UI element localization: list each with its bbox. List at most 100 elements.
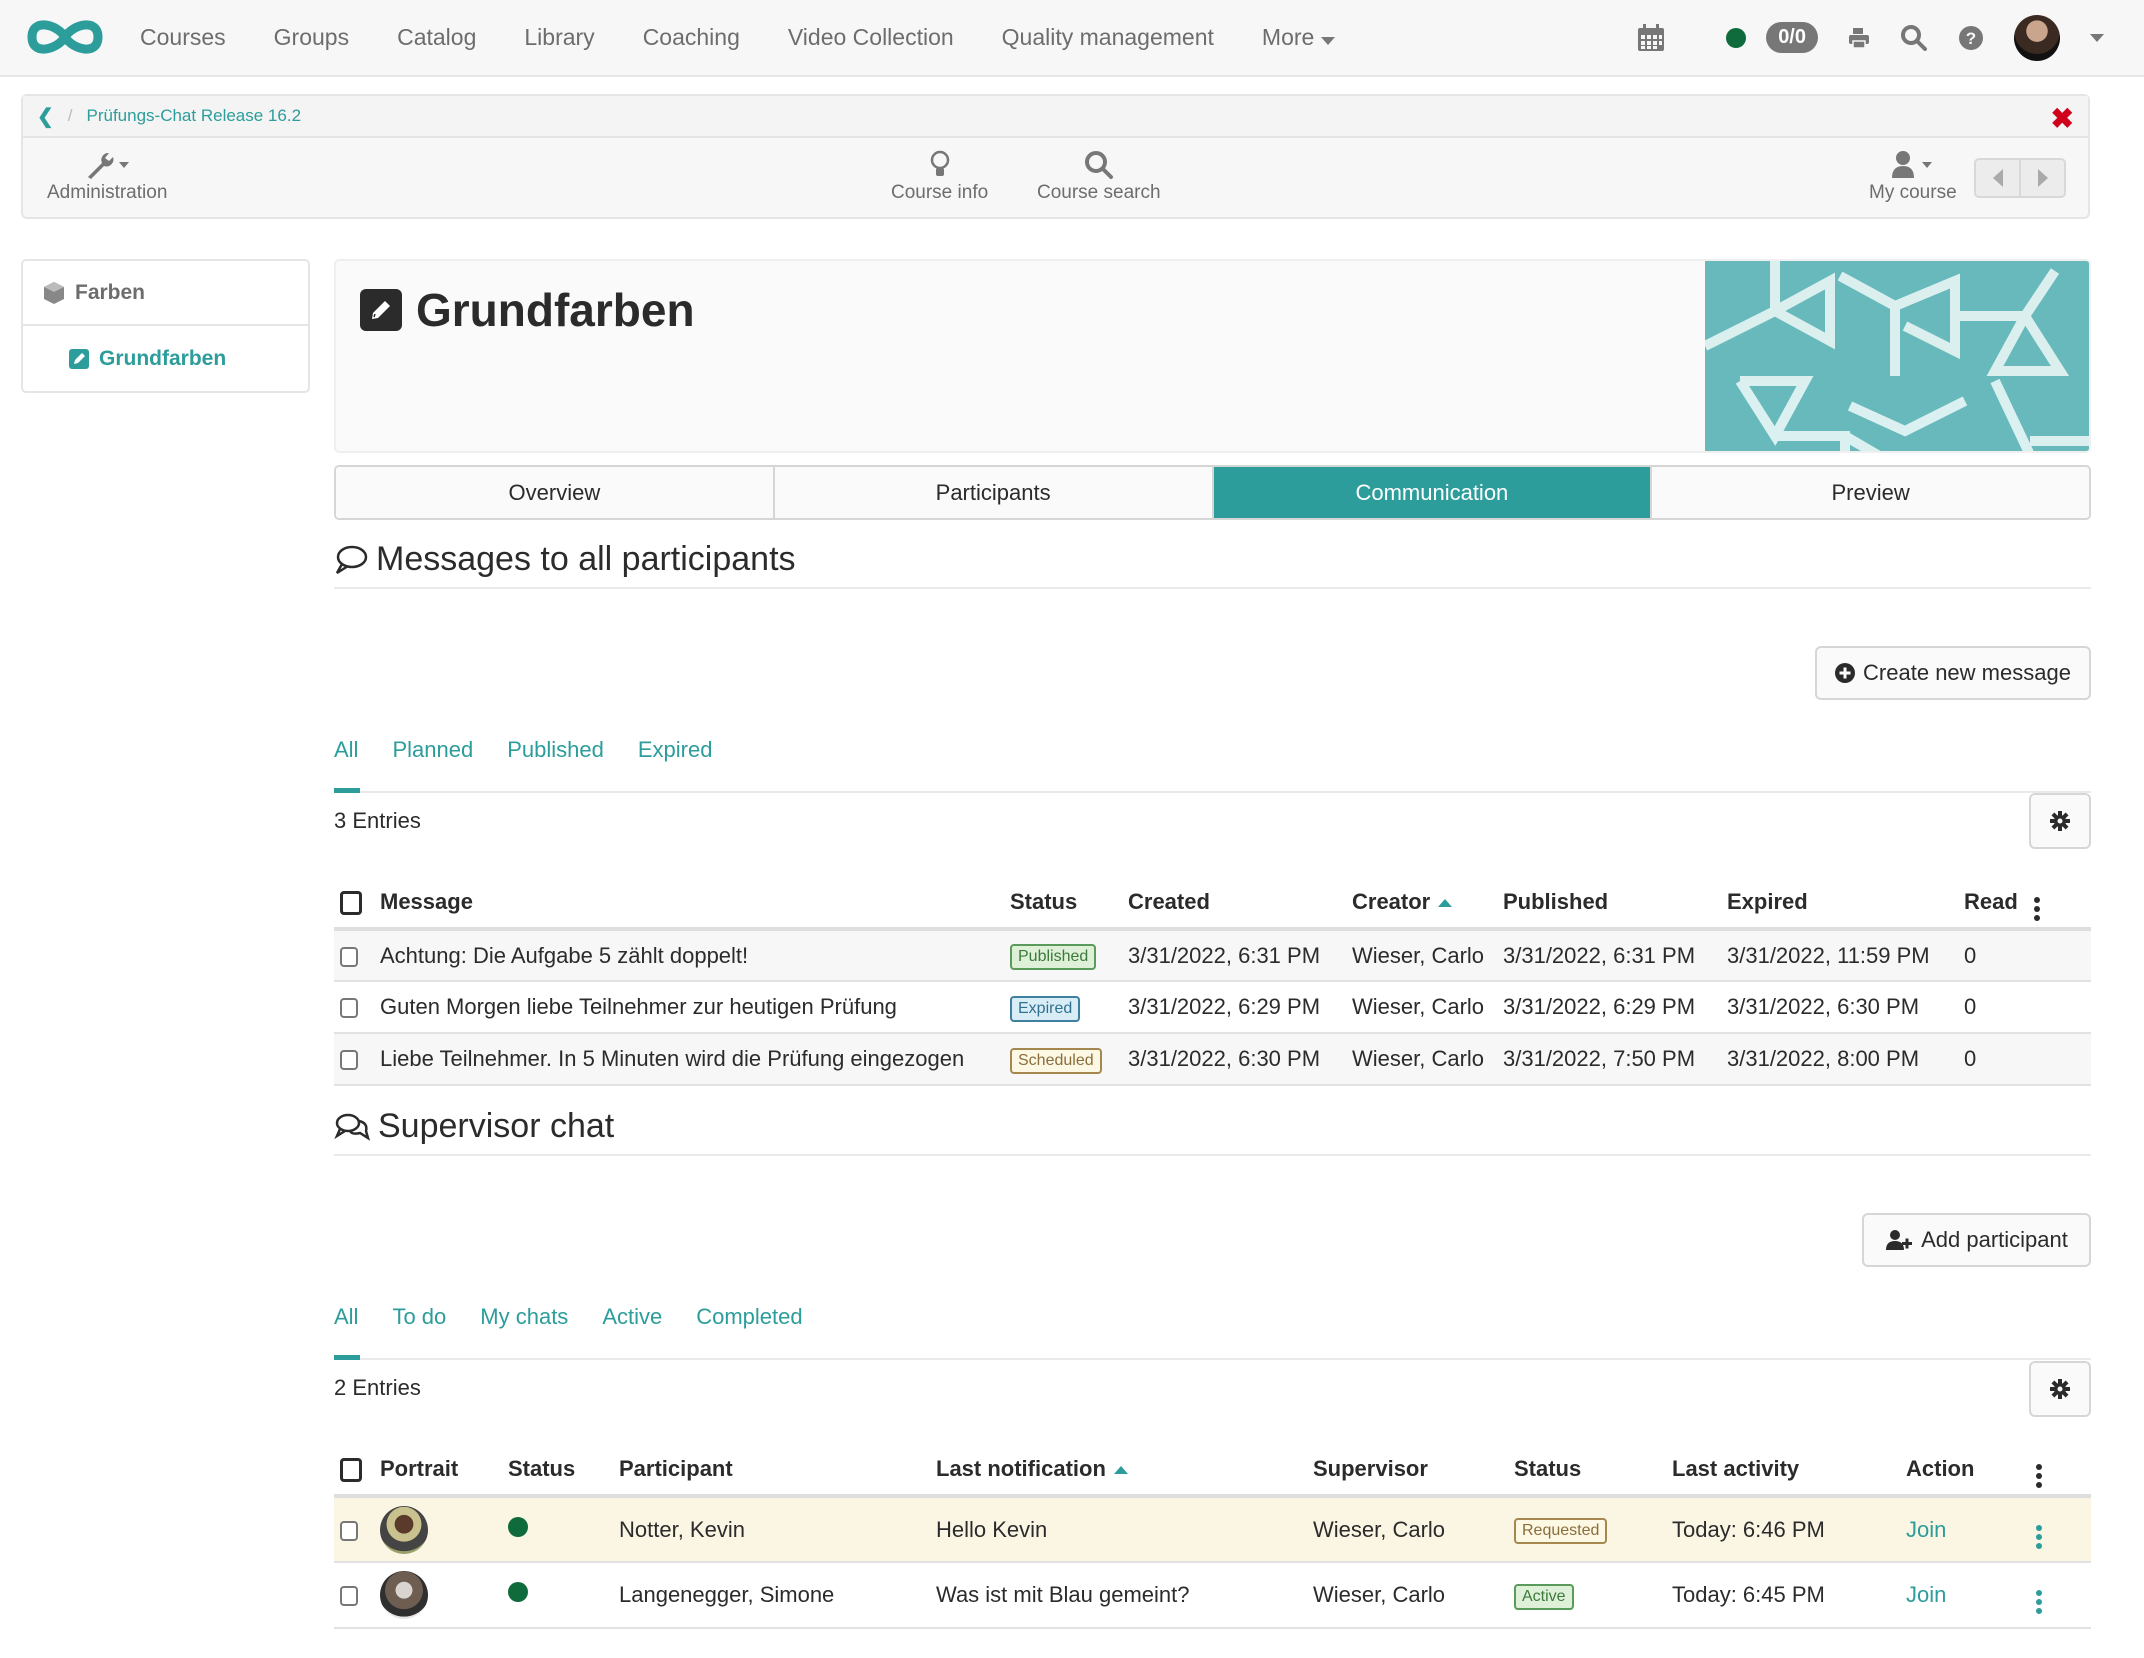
administration-label: Administration [47, 182, 168, 203]
checkbox[interactable] [340, 1050, 358, 1071]
checkbox[interactable] [340, 1586, 358, 1607]
table-row[interactable]: Liebe Teilnehmer. In 5 Minuten wird die … [334, 1033, 2091, 1086]
user-menu-caret[interactable] [2090, 33, 2104, 42]
select-all-checkbox[interactable] [334, 1444, 374, 1498]
row-menu[interactable] [2030, 1562, 2091, 1629]
filter-all[interactable]: All [334, 1300, 361, 1360]
checkbox[interactable] [340, 1458, 362, 1483]
create-new-message-button[interactable]: Create new message [1815, 646, 2091, 700]
breadcrumb-course-link[interactable]: Prüfungs-Chat Release 16.2 [87, 106, 302, 126]
col-last-notification[interactable]: Last notification [930, 1444, 1307, 1498]
col-created[interactable]: Created [1122, 877, 1346, 931]
filter-active[interactable]: Active [602, 1300, 662, 1358]
avatar-image [2014, 14, 2060, 61]
col-expired[interactable]: Expired [1721, 877, 1958, 931]
administration-menu[interactable]: Administration [47, 148, 167, 204]
create-new-message-label: Create new message [1863, 660, 2071, 685]
nav-catalog[interactable]: Catalog [397, 24, 476, 51]
select-all-checkbox[interactable] [334, 877, 374, 931]
col-creator[interactable]: Creator [1346, 877, 1497, 931]
sidebar-item-farben[interactable]: Farben [23, 261, 308, 326]
filter-published[interactable]: Published [507, 733, 604, 791]
table-row[interactable]: Achtung: Die Aufgabe 5 zählt doppelt! Pu… [334, 929, 2091, 982]
nav-coaching[interactable]: Coaching [643, 24, 740, 51]
row-checkbox-cell[interactable] [334, 981, 374, 1034]
row-checkbox-cell[interactable] [334, 929, 374, 982]
checkbox[interactable] [340, 891, 362, 916]
calendar-icon[interactable] [1636, 23, 1666, 53]
filter-to-do[interactable]: To do [392, 1300, 446, 1358]
filter-my-chats[interactable]: My chats [480, 1300, 568, 1358]
columns-menu[interactable] [2028, 877, 2091, 931]
kebab-menu-icon [2036, 1464, 2042, 1488]
filter-expired[interactable]: Expired [638, 733, 713, 791]
course-info-button[interactable]: Course info [891, 148, 988, 204]
join-link[interactable]: Join [1906, 1582, 1946, 1607]
sidebar-item-grundfarben[interactable]: Grundfarben [23, 326, 308, 391]
nav-video-collection[interactable]: Video Collection [788, 24, 954, 51]
online-status-icon[interactable] [1726, 27, 1747, 48]
col-read[interactable]: Read [1958, 877, 2028, 931]
supervisor-chat-section-title: Supervisor chat [334, 1107, 2091, 1156]
table-row[interactable]: Guten Morgen liebe Teilnehmer zur heutig… [334, 981, 2091, 1034]
chat-filter-tabs: All To do My chats Active Completed [334, 1300, 2091, 1360]
nav-courses[interactable]: Courses [140, 24, 226, 51]
cell-last-activity: Today: 6:45 PM [1666, 1562, 1900, 1629]
table-settings-button[interactable] [2029, 1361, 2091, 1417]
tab-communication[interactable]: Communication [1213, 467, 1653, 518]
table-row[interactable]: Notter, Kevin Hello Kevin Wieser, Carlo … [334, 1496, 2091, 1563]
nav-quality-management[interactable]: Quality management [1002, 24, 1214, 51]
cell-participant: Notter, Kevin [613, 1496, 930, 1563]
course-banner-image [1705, 261, 2089, 451]
row-checkbox-cell[interactable] [334, 1562, 374, 1629]
status-badge: Published [1010, 944, 1097, 970]
cell-status [502, 1562, 613, 1629]
tab-participants[interactable]: Participants [774, 467, 1214, 518]
course-search-button[interactable]: Course search [1037, 148, 1161, 204]
tab-preview[interactable]: Preview [1652, 467, 2089, 518]
close-course-icon[interactable]: ✖ [2051, 102, 2074, 135]
col-published[interactable]: Published [1497, 877, 1721, 931]
join-link[interactable]: Join [1906, 1517, 1946, 1542]
checkbox[interactable] [340, 1520, 358, 1541]
col-supervisor[interactable]: Supervisor [1307, 1444, 1508, 1498]
col-last-activity[interactable]: Last activity [1666, 1444, 1900, 1498]
help-icon[interactable]: ? [1958, 25, 1984, 51]
caret-right-icon [2037, 169, 2048, 187]
notification-counter[interactable]: 0/0 [1766, 22, 1818, 53]
row-menu[interactable] [2030, 1496, 2091, 1563]
course-tabs: Overview Participants Communication Prev… [334, 465, 2091, 520]
online-status-dot [508, 1516, 528, 1537]
checkbox[interactable] [340, 998, 358, 1019]
next-node-button[interactable] [2021, 160, 2064, 196]
col-message[interactable]: Message [374, 877, 1004, 931]
previous-node-button[interactable] [1976, 160, 2021, 196]
nav-library[interactable]: Library [524, 24, 594, 51]
col-status[interactable]: Status [502, 1444, 613, 1498]
filter-completed[interactable]: Completed [696, 1300, 802, 1358]
print-icon[interactable] [1848, 27, 1870, 49]
columns-menu[interactable] [2030, 1444, 2091, 1498]
filter-planned[interactable]: Planned [392, 733, 473, 791]
tab-overview[interactable]: Overview [336, 467, 775, 518]
user-avatar[interactable] [2014, 14, 2060, 61]
col-status[interactable]: Status [1004, 877, 1122, 931]
add-participant-button[interactable]: Add participant [1862, 1213, 2091, 1267]
col-chat-status[interactable]: Status [1508, 1444, 1666, 1498]
nav-more[interactable]: More [1262, 24, 1335, 51]
col-participant[interactable]: Participant [613, 1444, 930, 1498]
table-row[interactable]: Langenegger, Simone Was ist mit Blau gem… [334, 1562, 2091, 1629]
table-settings-button[interactable] [2029, 793, 2091, 849]
filter-all[interactable]: All [334, 733, 361, 793]
col-action: Action [1900, 1444, 2030, 1498]
search-icon[interactable] [1900, 24, 1928, 52]
infinity-logo[interactable] [24, 14, 106, 60]
row-checkbox-cell[interactable] [334, 1496, 374, 1563]
checkbox[interactable] [340, 946, 358, 967]
nav-groups[interactable]: Groups [274, 24, 349, 51]
edit-icon [69, 348, 89, 369]
my-course-menu[interactable]: My course [1869, 148, 1957, 204]
back-chevron-icon[interactable]: ❮ [37, 104, 54, 129]
row-checkbox-cell[interactable] [334, 1033, 374, 1086]
user-icon [1869, 148, 1957, 182]
